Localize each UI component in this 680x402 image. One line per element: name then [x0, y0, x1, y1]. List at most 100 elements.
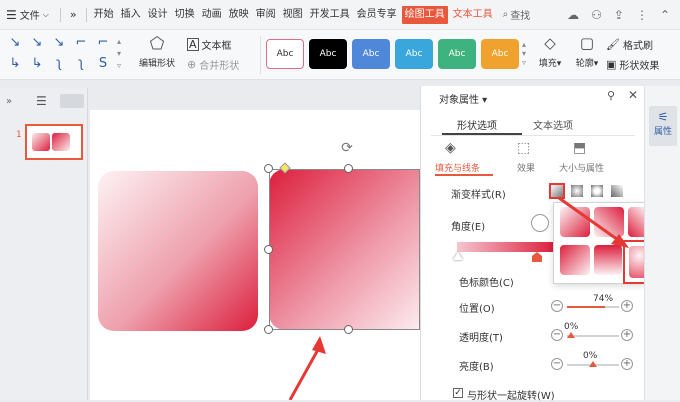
resize-handle[interactable]	[264, 164, 273, 173]
brightness-value: 0%	[583, 351, 598, 361]
style-scroll[interactable]: ▴ ▾ ▿	[522, 40, 530, 68]
merge-shape-icon: ⊕	[187, 57, 197, 71]
outline-button[interactable]: ▢ 轮廓▾	[570, 34, 604, 76]
position-increase-button[interactable]: +	[621, 300, 633, 312]
resize-handle[interactable]	[344, 164, 353, 173]
transparency-label: 透明度(T)	[459, 333, 503, 344]
transparency-increase-button[interactable]: +	[621, 329, 633, 341]
sliders-icon: ⚟	[657, 110, 669, 124]
ribbon: ↘ ↘ ↘ ⌐ ⌐ ↳ ↳ ʅ ʅ S ▴ ▾ ▿ ⬠ 编辑形状 A 文本框 ⊕ 合…	[0, 30, 680, 80]
tab-text-options[interactable]: 文本选项	[533, 117, 573, 132]
thumbnail-view-icon[interactable]	[60, 94, 84, 108]
menu-tab[interactable]: 放映	[227, 0, 251, 30]
position-label: 位置(O)	[459, 304, 495, 315]
gradient-stop-selected[interactable]	[532, 252, 542, 262]
share-icon[interactable]: ⇪	[614, 8, 624, 22]
resize-handle[interactable]	[264, 245, 273, 254]
edit-shape-button[interactable]: ⬠ 编辑形状	[130, 34, 184, 76]
line-arrow-icon[interactable]: ↘	[50, 34, 68, 52]
chevron-up-icon[interactable]: ⌃	[660, 8, 670, 22]
shape-style-black[interactable]: Abc	[309, 39, 347, 69]
resize-handle[interactable]	[264, 325, 273, 334]
property-panel: 对象属性 ▾ ⚲ ✕ 形状选项 文本选项 ◈ 填充与线条 ⬚ 效果 ⬒ 大小与属…	[420, 86, 669, 402]
panel-title[interactable]: 对象属性 ▾	[439, 91, 487, 106]
brightness-label: 亮度(B)	[459, 362, 494, 373]
divider	[59, 7, 61, 22]
menu-tab[interactable]: 开始	[92, 0, 116, 30]
connector-icon[interactable]: ↳	[6, 55, 24, 73]
menu-tab[interactable]: 切换	[173, 0, 197, 30]
rotate-handle-icon[interactable]: ⟳	[340, 141, 354, 155]
menu-tab[interactable]: 视图	[281, 0, 305, 30]
shape-style-sky[interactable]: Abc	[395, 39, 433, 69]
gradient-stop-start[interactable]	[453, 252, 463, 260]
merge-shape-button[interactable]: ⊕ 合并形状	[187, 56, 267, 72]
shape-style-blue[interactable]: Abc	[352, 39, 390, 69]
shape-gallery: ↘ ↘ ↘ ⌐ ⌐ ↳ ↳ ʅ ʅ S	[6, 34, 116, 76]
menu-tab[interactable]: 会员专享	[355, 0, 399, 30]
tab-shape-options[interactable]: 形状选项	[457, 117, 497, 132]
elbow-connector-icon[interactable]: ⌐	[94, 34, 112, 52]
position-slider-fill	[567, 306, 605, 308]
position-decrease-button[interactable]: −	[551, 300, 563, 312]
text-box-button[interactable]: A 文本框	[187, 36, 257, 52]
cloud-icon[interactable]: ☁	[567, 8, 579, 22]
curve-icon[interactable]: S	[94, 55, 112, 73]
property-strip: ⚟ 属性	[644, 86, 680, 400]
shape-effect-button[interactable]: ▣ 形状效果	[606, 56, 680, 72]
outline-icon: ▢	[579, 34, 595, 52]
curve-connector-icon[interactable]: ʅ	[50, 55, 68, 73]
tab-draw-tools[interactable]: 绘图工具	[401, 5, 448, 24]
tab-text-tools[interactable]: 文本工具	[451, 0, 495, 30]
fill-button[interactable]: ◇ 填充▾	[533, 34, 567, 76]
list-view-icon[interactable]: ☰	[36, 94, 47, 108]
transparency-decrease-button[interactable]: −	[551, 329, 563, 341]
line-arrow-icon[interactable]: ↘	[28, 34, 46, 52]
menu-tab[interactable]: 审阅	[254, 0, 278, 30]
elbow-connector-icon[interactable]: ⌐	[72, 34, 90, 52]
gallery-scroll[interactable]: ▴ ▾ ▿	[117, 36, 127, 74]
line-arrow-icon[interactable]: ↘	[6, 34, 24, 52]
shape-style-orange[interactable]: Abc	[481, 39, 519, 69]
divider	[85, 7, 87, 22]
gradient-bar[interactable]	[457, 242, 555, 252]
transparency-thumb[interactable]	[567, 332, 575, 338]
rotate-with-shape-checkbox[interactable]: ✓	[453, 388, 463, 398]
brightness-increase-button[interactable]: +	[621, 358, 633, 370]
slide-thumbnail[interactable]	[25, 124, 83, 160]
search-button[interactable]: ⌕ 查找	[503, 7, 531, 22]
effect-icon: ⬚	[517, 140, 531, 156]
subtab-effect[interactable]: 效果	[517, 161, 535, 174]
annotation-arrow-icon	[558, 196, 629, 248]
menu-tab[interactable]: 插入	[119, 0, 143, 30]
brightness-decrease-button[interactable]: −	[551, 358, 563, 370]
share-user-icon[interactable]: ⚇	[591, 8, 602, 22]
menu-tab[interactable]: 设计	[146, 0, 170, 30]
angle-label: 角度(E)	[451, 222, 486, 233]
text-box-icon: A	[187, 37, 199, 51]
brightness-thumb[interactable]	[589, 361, 597, 367]
more-icon[interactable]: »	[66, 8, 81, 21]
more-options-icon[interactable]: ⋮	[636, 8, 648, 22]
angle-dial[interactable]	[531, 214, 549, 232]
menu-tab[interactable]: 开发工具	[308, 0, 352, 30]
subtab-fill-line[interactable]: 填充与线条	[435, 161, 480, 174]
resize-handle[interactable]	[344, 325, 353, 334]
shape-style-green[interactable]: Abc	[438, 39, 476, 69]
pin-icon[interactable]: ⚲	[607, 89, 615, 102]
close-icon[interactable]: ✕	[628, 88, 638, 102]
format-brush-button[interactable]: 🖌 格式刷	[606, 36, 678, 52]
subtab-size[interactable]: 大小与属性	[559, 161, 604, 174]
subtab-underline	[435, 174, 493, 176]
file-menu[interactable]: ☰ 文件 ⌵	[0, 0, 55, 30]
shape-style-white[interactable]: Abc	[266, 39, 304, 69]
menu-tab[interactable]: 动画	[200, 0, 224, 30]
paint-bucket-icon: ◇	[544, 34, 556, 52]
curve-connector-icon[interactable]: ʅ	[72, 55, 90, 73]
property-toggle-button[interactable]: ⚟ 属性	[649, 106, 677, 146]
slide-number: 1	[16, 130, 22, 140]
collapse-pane-icon[interactable]: »	[6, 96, 12, 107]
thumb-shape	[32, 133, 50, 151]
rounded-rect-shape-left[interactable]	[98, 171, 258, 331]
connector-icon[interactable]: ↳	[28, 55, 46, 73]
